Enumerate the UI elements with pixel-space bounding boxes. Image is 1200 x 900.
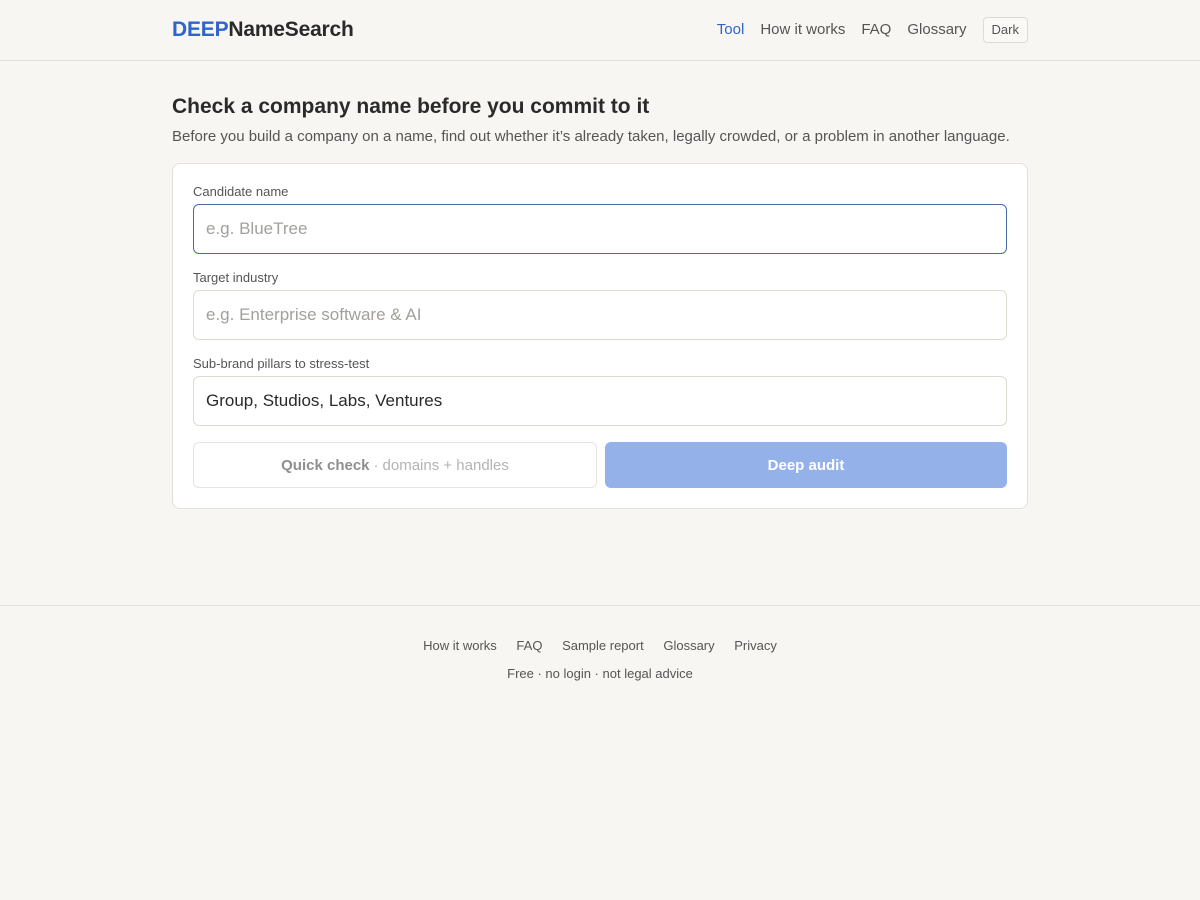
sub-brand-pillars-input[interactable] (193, 376, 1007, 426)
nav-link-glossary[interactable]: Glossary (907, 17, 966, 43)
page-title: Check a company name before you commit t… (172, 95, 650, 118)
quick-check-separator: · (373, 456, 379, 474)
target-industry-input[interactable] (193, 290, 1007, 340)
nav-link-faq[interactable]: FAQ (861, 17, 891, 43)
brand-logo[interactable]: DEEPNameSearch (172, 17, 354, 43)
page-footer: How it works FAQ Sample report Glossary … (0, 605, 1200, 900)
candidate-name-label: Candidate name (193, 184, 289, 199)
target-industry-label: Target industry (193, 270, 279, 285)
brand-part-namesearch: NameSearch (228, 18, 354, 41)
main-nav: Tool How it works FAQ Glossary Dark (701, 17, 1028, 43)
quick-check-sublabel: domains + handles (382, 456, 509, 474)
top-bar: DEEPNameSearch Tool How it works FAQ Glo… (0, 0, 1200, 61)
brand-part-deep: DEEP (172, 18, 229, 41)
deep-audit-button[interactable]: Deep audit (605, 442, 1007, 488)
name-check-form: Candidate name Target industry Sub-brand… (172, 163, 1028, 509)
dark-mode-toggle-button[interactable]: Dark (982, 17, 1028, 43)
quick-check-label: Quick check (281, 456, 370, 474)
nav-link-how-it-works[interactable]: How it works (760, 17, 845, 43)
footer-link-privacy[interactable]: Privacy (734, 638, 777, 653)
candidate-name-input[interactable] (193, 204, 1007, 254)
footer-link-glossary[interactable]: Glossary (663, 638, 714, 653)
quick-check-button[interactable]: Quick check · domains + handles (193, 442, 597, 488)
nav-link-tool[interactable]: Tool (717, 17, 745, 43)
sub-brand-pillars-label: Sub-brand pillars to stress-test (193, 356, 370, 371)
footer-link-sample-report[interactable]: Sample report (562, 638, 644, 653)
footer-link-how-it-works[interactable]: How it works (423, 638, 497, 653)
page-subtitle: Before you build a company on a name, fi… (172, 128, 1010, 145)
footer-link-faq[interactable]: FAQ (516, 638, 542, 653)
footer-links: How it works FAQ Sample report Glossary … (0, 638, 1200, 653)
footer-note: Free · no login · not legal advice (507, 666, 693, 681)
